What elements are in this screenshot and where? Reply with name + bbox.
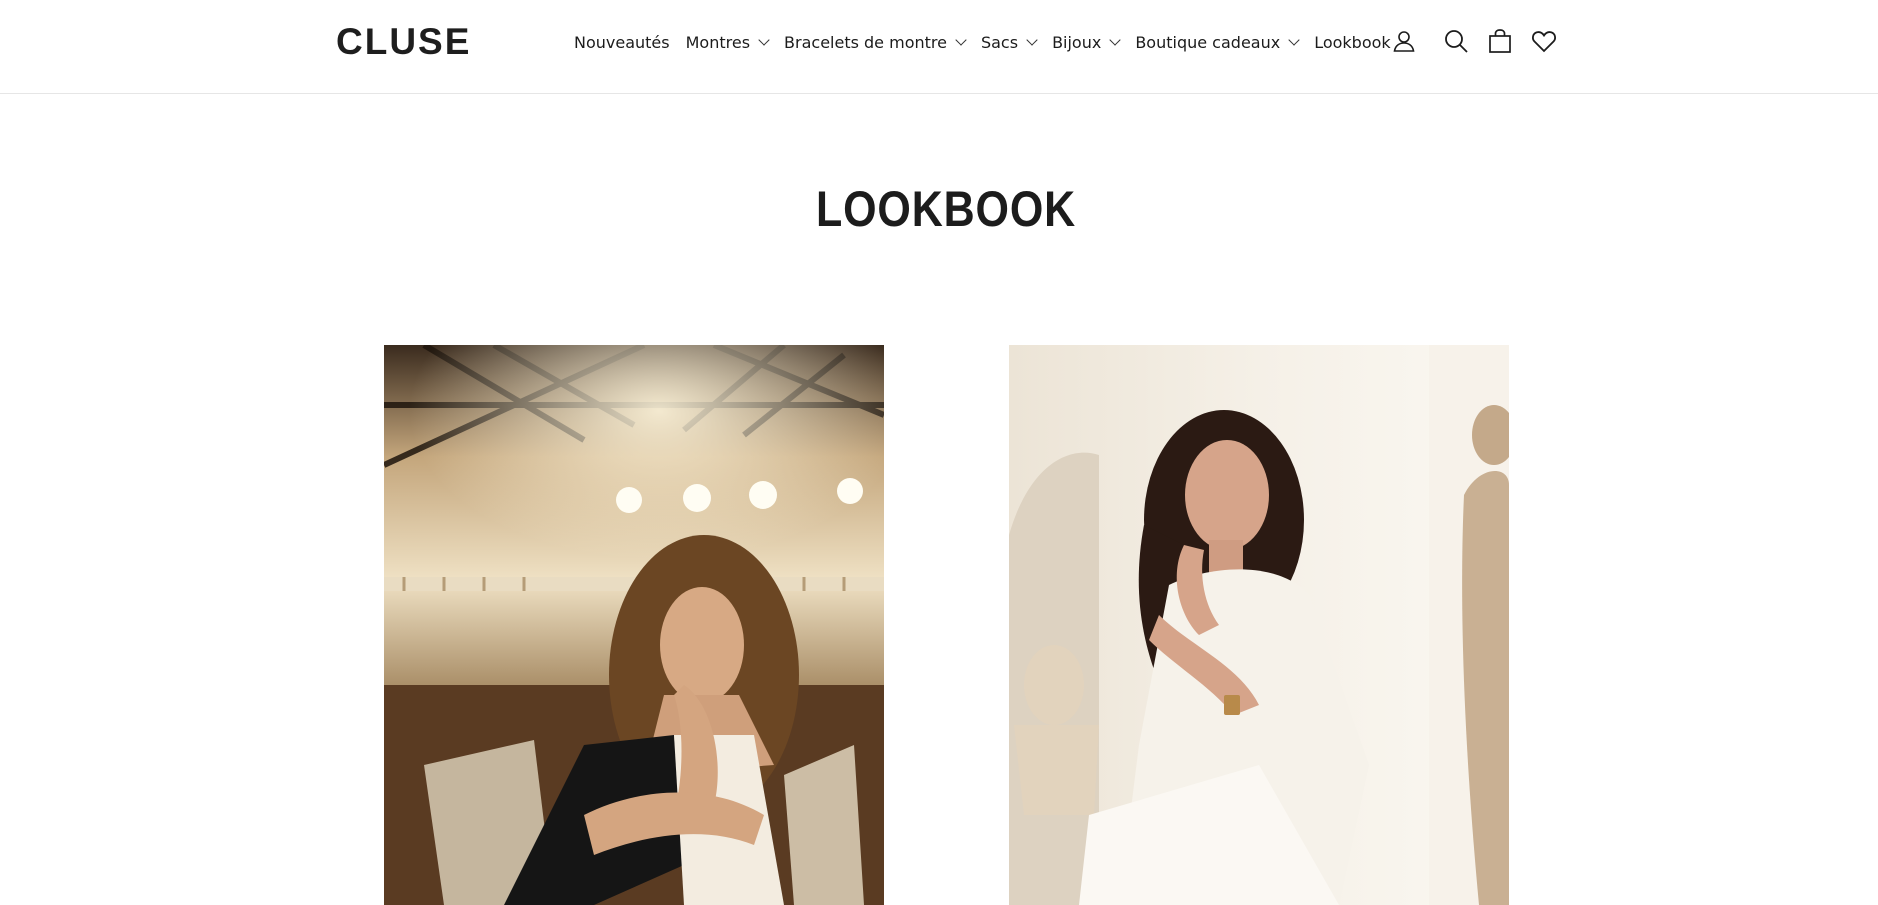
lookbook-image-white-suit[interactable] xyxy=(1009,345,1509,905)
nav-label: Lookbook xyxy=(1314,32,1391,52)
chevron-down-icon xyxy=(1288,34,1300,46)
nav-item-sacs[interactable]: Sacs xyxy=(980,32,1038,52)
chevron-down-icon xyxy=(955,34,967,46)
nav-item-lookbook[interactable]: Lookbook xyxy=(1314,33,1390,52)
main-nav: Nouveautés Montres Bracelets de montre S… xyxy=(574,28,1391,56)
account-icon[interactable] xyxy=(1390,27,1418,55)
nav-label: Nouveautés xyxy=(574,32,670,52)
nav-item-bijoux[interactable]: Bijoux xyxy=(1052,32,1121,52)
header-icons xyxy=(1390,24,1558,58)
chevron-down-icon xyxy=(758,34,770,46)
nav-item-montres[interactable]: Montres xyxy=(685,32,770,52)
cart-icon[interactable] xyxy=(1486,27,1514,55)
logo[interactable]: CLUSE xyxy=(336,20,471,64)
nav-item-nouveautes[interactable]: Nouveautés xyxy=(574,33,670,52)
nav-label: Boutique cadeaux xyxy=(1135,32,1281,52)
nav-item-bracelets-de-montre[interactable]: Bracelets de montre xyxy=(784,32,967,52)
site-header: CLUSE Nouveautés Montres Bracelets de mo… xyxy=(0,0,1878,94)
wishlist-heart-icon[interactable] xyxy=(1530,27,1558,55)
nav-label: Sacs xyxy=(980,32,1019,52)
nav-label: Bracelets de montre xyxy=(784,32,947,52)
chevron-down-icon xyxy=(1026,34,1038,46)
chevron-down-icon xyxy=(1109,34,1121,46)
search-icon[interactable] xyxy=(1442,27,1470,55)
nav-label: Montres xyxy=(685,32,751,52)
nav-label: Bijoux xyxy=(1052,32,1102,52)
lookbook-photo-2 xyxy=(1009,345,1509,905)
lookbook-image-riding-hall[interactable] xyxy=(384,345,884,905)
nav-item-boutique-cadeaux[interactable]: Boutique cadeaux xyxy=(1135,32,1300,52)
page-title: LOOKBOOK xyxy=(815,181,1077,237)
lookbook-photo-1 xyxy=(384,345,884,905)
